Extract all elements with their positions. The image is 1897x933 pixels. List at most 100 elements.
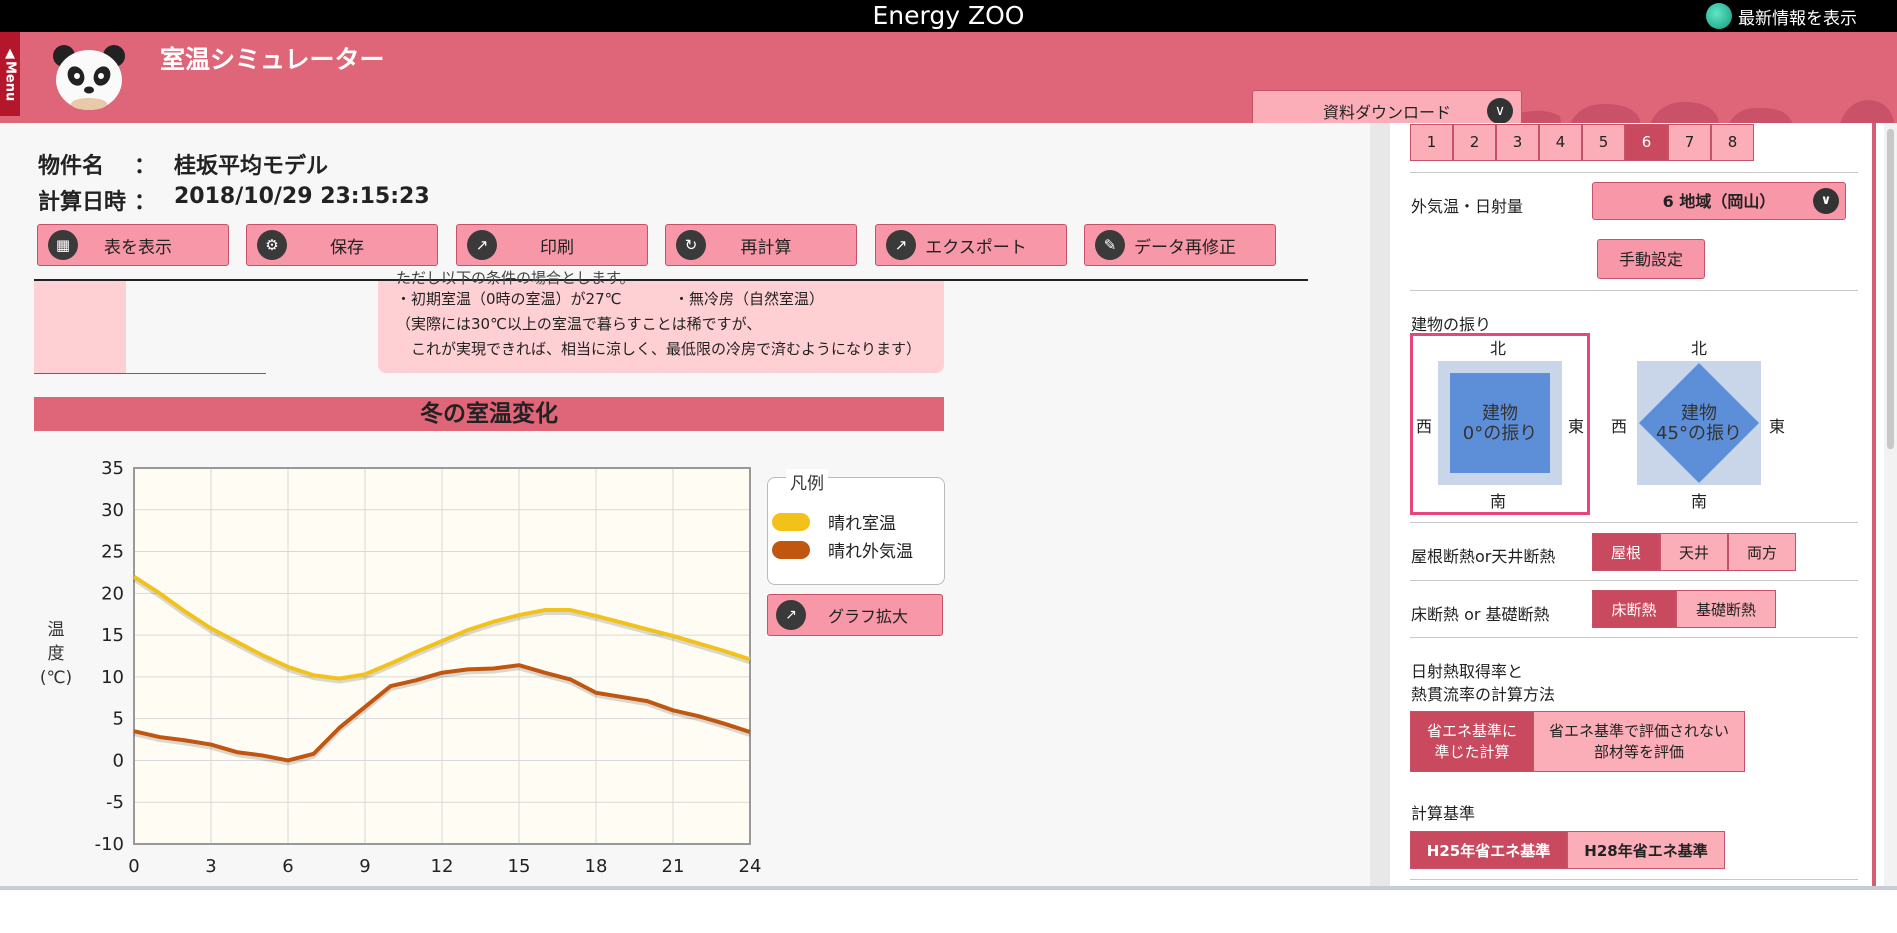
standard-option-h25[interactable]: H25年省エネ基準	[1410, 831, 1567, 869]
region-button-7[interactable]: 7	[1668, 124, 1711, 161]
x-tick-label: 12	[431, 856, 454, 877]
region-button-2[interactable]: 2	[1453, 124, 1496, 161]
region-button-4[interactable]: 4	[1539, 124, 1582, 161]
panda-logo-icon	[53, 45, 125, 110]
news-link[interactable]: 最新情報を表示	[1706, 0, 1857, 32]
edit-data-label: データ再修正	[1134, 237, 1236, 258]
building-angle-label: 0°の振り	[1462, 423, 1538, 444]
property-separator: ：	[134, 154, 157, 179]
share-icon: ↗	[467, 230, 497, 260]
floor-insulation-label: 床断熱 or 基礎断熱	[1411, 605, 1550, 624]
calc-method-other[interactable]: 省エネ基準で評価されない 部材等を評価	[1533, 711, 1745, 772]
region-button-8[interactable]: 8	[1711, 124, 1754, 161]
roof-option-roof[interactable]: 屋根	[1592, 533, 1660, 571]
calc-method-other-line1: 省エネ基準で評価されない	[1548, 721, 1729, 740]
calc-method-label-1: 日射熱取得率と	[1411, 662, 1524, 681]
panel-gutter	[1370, 123, 1390, 886]
note-box: ただし以下の条件の場合とします。 ・初期室温（0時の室温）が27℃ ・無冷房（自…	[378, 269, 944, 373]
floor-option-floor[interactable]: 床断熱	[1592, 590, 1676, 628]
recalculate-label: 再計算	[740, 237, 792, 258]
calc-method-standard-line2: 準じた計算	[1434, 742, 1510, 761]
area-select[interactable]: 6 地域（岡山） ∨	[1592, 182, 1846, 220]
gear-icon: ⚙	[257, 230, 287, 260]
y-axis-label: 温	[48, 620, 65, 640]
y-tick-label: 5	[113, 709, 124, 730]
divider	[1410, 637, 1858, 638]
west-label: 西	[1611, 417, 1628, 436]
y-tick-label: 0	[113, 750, 124, 771]
y-tick-label: 20	[101, 583, 124, 604]
x-tick-label: 24	[739, 856, 762, 877]
standard-option-h28[interactable]: H28年省エネ基準	[1567, 831, 1725, 869]
legend-swatch	[772, 540, 810, 559]
x-tick-label: 3	[205, 856, 216, 877]
panel-border	[1872, 123, 1876, 886]
manual-setting-button[interactable]: 手動設定	[1597, 239, 1705, 279]
legend-swatch	[772, 512, 810, 531]
roof-option-both[interactable]: 両方	[1728, 533, 1796, 571]
divider	[1410, 172, 1858, 173]
region-button-5[interactable]: 5	[1582, 124, 1625, 161]
floor-option-foundation[interactable]: 基礎断熱	[1676, 590, 1776, 628]
x-tick-label: 15	[508, 856, 531, 877]
graph-zoom-label: グラフ拡大	[827, 607, 908, 626]
note-line-0: ただし以下の条件の場合とします。	[396, 269, 635, 287]
region-button-6[interactable]: 6	[1625, 124, 1668, 161]
print-label: 印刷	[540, 237, 574, 258]
save-button[interactable]: ⚙ 保存	[246, 224, 438, 266]
region-button-3[interactable]: 3	[1496, 124, 1539, 161]
download-select-label: 資料ダウンロード	[1322, 103, 1451, 122]
date-label: 計算日時	[38, 190, 127, 215]
edit-data-button[interactable]: ✎ データ再修正	[1084, 224, 1276, 266]
x-tick-label: 18	[585, 856, 608, 877]
top-bar: Energy ZOO 最新情報を表示	[0, 0, 1897, 32]
export-button[interactable]: ↗ エクスポート	[875, 224, 1067, 266]
calc-method-other-line2: 部材等を評価	[1593, 742, 1684, 761]
graph-zoom-button[interactable]: ↗ グラフ拡大	[767, 594, 943, 636]
calc-standard-label: 計算基準	[1411, 804, 1476, 823]
legend-item-outside: 晴れ外気温	[772, 537, 913, 562]
region-button-1[interactable]: 1	[1410, 124, 1453, 161]
north-label: 北	[1490, 339, 1507, 358]
scrollbar[interactable]	[1884, 123, 1897, 886]
calc-method-label-2: 熱貫流率の計算方法	[1411, 685, 1556, 704]
app-title: Energy ZOO	[872, 1, 1025, 30]
x-tick-label: 0	[128, 856, 139, 877]
calc-standard-toggle: H25年省エネ基準 H28年省エネ基準	[1410, 831, 1725, 869]
note-line-3: これが実現できれば、相当に涼しく、最低限の冷房で済むようになります）	[396, 340, 922, 358]
area-select-value: 6 地域（岡山）	[1662, 192, 1776, 211]
y-tick-label: 25	[101, 542, 124, 563]
page-title: 室温シミュレーター	[160, 45, 385, 74]
legend-item-room: 晴れ室温	[772, 509, 896, 534]
y-tick-label: 15	[101, 625, 124, 646]
building-angle-label: 45°の振り	[1656, 423, 1742, 444]
menu-tab[interactable]: ▲Menu	[0, 32, 20, 116]
roof-option-ceiling[interactable]: 天井	[1660, 533, 1728, 571]
east-label: 東	[1568, 417, 1585, 436]
recalculate-button[interactable]: ↻ 再計算	[665, 224, 857, 266]
calc-method-standard[interactable]: 省エネ基準に 準じた計算	[1410, 711, 1534, 772]
divider	[1410, 522, 1858, 523]
share-icon: ↗	[886, 230, 916, 260]
window-bottom-edge	[0, 886, 1897, 933]
floor-insulation-toggle: 床断熱 基礎断熱	[1592, 590, 1776, 628]
print-button[interactable]: ↗ 印刷	[456, 224, 648, 266]
show-table-label: 表を表示	[104, 237, 172, 258]
show-table-button[interactable]: ▦ 表を表示	[37, 224, 229, 266]
globe-icon	[1706, 3, 1732, 29]
scrollbar-thumb[interactable]	[1887, 129, 1894, 449]
divider	[1410, 879, 1858, 880]
x-tick-label: 6	[282, 856, 293, 877]
south-label: 南	[1490, 492, 1507, 511]
taskbar-line	[0, 886, 1897, 890]
date-separator: ：	[134, 190, 157, 215]
west-label: 西	[1416, 417, 1433, 436]
legend-title: 凡例	[786, 469, 828, 494]
chevron-down-icon: ∨	[1487, 98, 1513, 124]
chart-legend: 凡例 晴れ室温 晴れ外気温	[767, 469, 945, 585]
property-label: 物件名	[38, 154, 105, 179]
orientation-45-labels: 北 南 西 東 建物 45°の振り	[1607, 333, 1787, 515]
north-label: 北	[1691, 339, 1708, 358]
refresh-icon: ↻	[676, 230, 706, 260]
share-icon: ↗	[776, 600, 806, 630]
